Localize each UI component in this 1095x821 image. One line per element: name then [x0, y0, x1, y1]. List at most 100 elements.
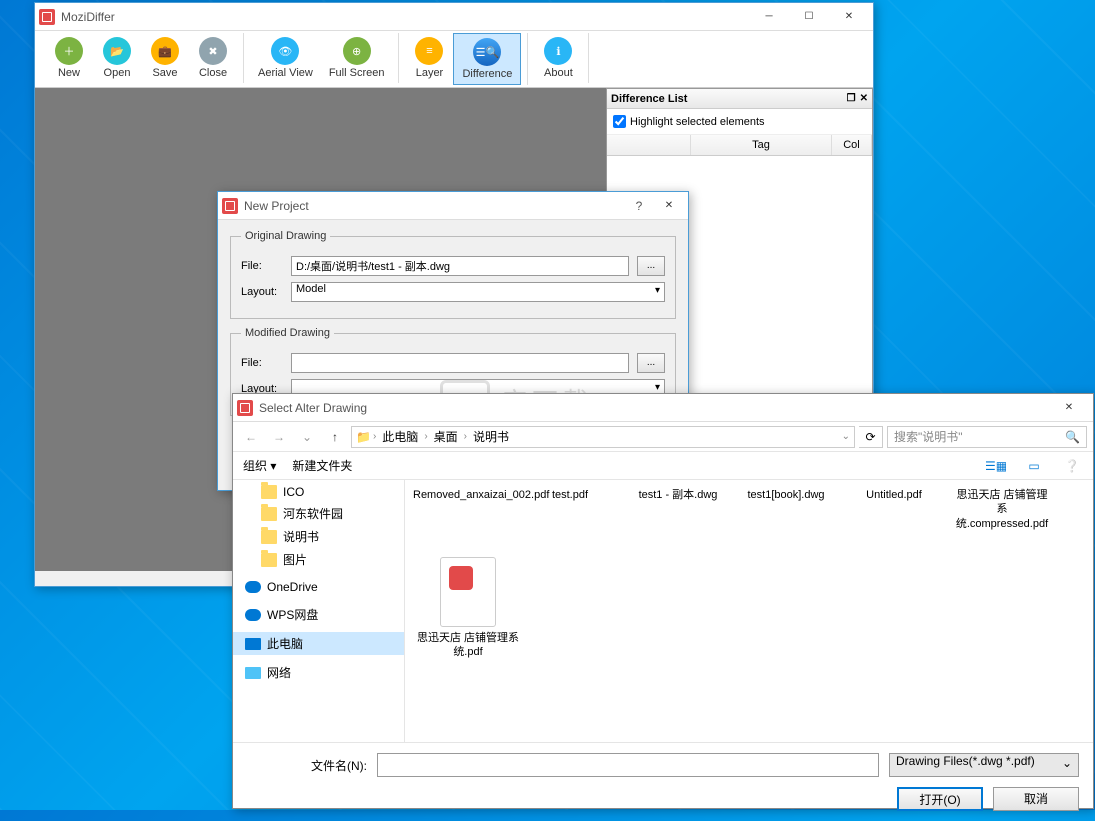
- orig-layout-label: Layout:: [241, 286, 283, 298]
- file-dialog-icon: [237, 400, 253, 416]
- filename-input[interactable]: [377, 753, 879, 777]
- nav-recent-icon[interactable]: ⌄: [295, 425, 319, 449]
- new-folder-button[interactable]: 新建文件夹: [292, 457, 352, 474]
- new-project-titlebar[interactable]: New Project ? ✕: [218, 192, 688, 220]
- dialog-icon: [222, 198, 238, 214]
- file-nav-bar: ← → ⌄ ↑ 📁 › 此电脑› 桌面› 说明书 ⌄ ⟳ 搜索"说明书" 🔍: [233, 422, 1093, 452]
- close-label: Close: [199, 67, 227, 79]
- tree-item[interactable]: ICO: [233, 482, 404, 502]
- bc-2[interactable]: 说明书: [469, 428, 513, 445]
- diff-table-header: Tag Col: [607, 135, 872, 156]
- tree-item[interactable]: 此电脑: [233, 632, 404, 655]
- bc-1[interactable]: 桌面: [430, 428, 462, 445]
- minimize-button[interactable]: ─: [749, 4, 789, 30]
- file-toolbar: 组织 ▾ 新建文件夹 ☰▦ ▭ ❔: [233, 452, 1093, 480]
- nav-back-icon[interactable]: ←: [239, 425, 263, 449]
- search-input[interactable]: 搜索"说明书" 🔍: [887, 426, 1087, 448]
- folder-icon: [261, 530, 277, 544]
- file-filter-select[interactable]: Drawing Files(*.dwg *.pdf): [889, 753, 1079, 777]
- orig-browse-button[interactable]: ...: [637, 256, 665, 276]
- preview-pane-icon[interactable]: ▭: [1023, 455, 1045, 477]
- file-item[interactable]: test.pdf: [521, 488, 619, 531]
- diff-col-tag[interactable]: Tag: [691, 135, 832, 155]
- close-button[interactable]: ✕: [829, 4, 869, 30]
- filename-label: 文件名(N):: [247, 757, 367, 774]
- toolbar-new[interactable]: ＋New: [45, 33, 93, 83]
- diff-dock-icon[interactable]: ❐: [847, 93, 856, 104]
- toolbar-open[interactable]: 📂Open: [93, 33, 141, 83]
- maximize-button[interactable]: ☐: [789, 4, 829, 30]
- original-drawing-group: Original Drawing File: ... Layout: Model: [230, 230, 676, 319]
- diff-col-col[interactable]: Col: [832, 135, 872, 155]
- mod-browse-button[interactable]: ...: [637, 353, 665, 373]
- toolbar-fullscreen[interactable]: ⊕Full Screen: [321, 33, 393, 83]
- cancel-button[interactable]: 取消: [993, 787, 1079, 811]
- toolbar-close[interactable]: ✖Close: [189, 33, 237, 83]
- save-label: Save: [152, 67, 177, 79]
- file-item[interactable]: test1[book].dwg: [737, 488, 835, 531]
- file-item[interactable]: 思迅天店 店铺管理系统.pdf: [413, 557, 523, 660]
- file-list[interactable]: Removed_anxaizai_002.pdftest.pdftest1 - …: [405, 480, 1093, 742]
- search-icon: 🔍: [1065, 430, 1080, 444]
- pc-icon: [245, 638, 261, 650]
- open-button[interactable]: 打开(O): [897, 787, 983, 811]
- orig-file-input[interactable]: [291, 256, 629, 276]
- nav-forward-icon[interactable]: →: [267, 425, 291, 449]
- breadcrumb[interactable]: 📁 › 此电脑› 桌面› 说明书 ⌄: [351, 426, 855, 448]
- refresh-icon[interactable]: ⟳: [859, 426, 883, 448]
- toolbar-aerial[interactable]: 👁Aerial View: [250, 33, 321, 83]
- tree-item[interactable]: OneDrive: [233, 577, 404, 597]
- mod-file-input[interactable]: [291, 353, 629, 373]
- main-titlebar[interactable]: MoziDiffer ─ ☐ ✕: [35, 3, 873, 31]
- cloud-icon: [245, 581, 261, 593]
- new-icon: ＋: [55, 37, 83, 65]
- nav-up-icon[interactable]: ↑: [323, 425, 347, 449]
- bc-0[interactable]: 此电脑: [378, 428, 422, 445]
- tree-item[interactable]: WPS网盘: [233, 603, 404, 626]
- highlight-checkbox-row[interactable]: Highlight selected elements: [607, 109, 872, 135]
- toolbar-layer[interactable]: ≡Layer: [405, 33, 453, 85]
- toolbar-about[interactable]: ℹAbout: [534, 33, 582, 83]
- file-item[interactable]: Untitled.pdf: [845, 488, 943, 531]
- tree-item[interactable]: 图片: [233, 548, 404, 571]
- difference-icon: ☰🔍: [473, 38, 501, 66]
- aerial-icon: 👁: [271, 37, 299, 65]
- file-titlebar[interactable]: Select Alter Drawing ✕: [233, 394, 1093, 422]
- file-item[interactable]: test1 - 副本.dwg: [629, 488, 727, 531]
- save-icon: 💼: [151, 37, 179, 65]
- orig-layout-select[interactable]: Model: [291, 282, 665, 302]
- breadcrumb-dropdown-icon[interactable]: ⌄: [842, 431, 850, 442]
- dialog-close-button[interactable]: ✕: [654, 193, 684, 219]
- diff-panel-header[interactable]: Difference List ❐ ✕: [607, 89, 872, 109]
- help-button[interactable]: ?: [624, 193, 654, 219]
- diff-panel-title: Difference List: [611, 93, 687, 105]
- original-legend: Original Drawing: [241, 230, 330, 242]
- diff-col-0[interactable]: [607, 135, 691, 155]
- nav-tree[interactable]: ICO河东软件园说明书图片 OneDrive WPS网盘此电脑网络: [233, 480, 405, 742]
- net-icon: [245, 667, 261, 679]
- diff-close-icon[interactable]: ✕: [860, 93, 868, 104]
- about-icon: ℹ: [544, 37, 572, 65]
- toolbar-difference[interactable]: ☰🔍 Difference: [453, 33, 521, 85]
- file-item[interactable]: Removed_anxaizai_002.pdf: [413, 488, 511, 531]
- search-placeholder: 搜索"说明书": [894, 428, 963, 445]
- toolbar-save[interactable]: 💼 Save: [141, 33, 189, 83]
- help-icon[interactable]: ❔: [1061, 455, 1083, 477]
- tree-item[interactable]: 说明书: [233, 525, 404, 548]
- view-icon[interactable]: ☰▦: [985, 455, 1007, 477]
- app-icon: [39, 9, 55, 25]
- cloud-icon: [245, 609, 261, 621]
- highlight-label: Highlight selected elements: [630, 116, 765, 128]
- tree-item[interactable]: 网络: [233, 661, 404, 684]
- tree-item[interactable]: 河东软件园: [233, 502, 404, 525]
- open-label: Open: [104, 67, 131, 79]
- difference-label: Difference: [462, 68, 512, 80]
- organize-menu[interactable]: 组织 ▾: [243, 457, 276, 474]
- highlight-checkbox[interactable]: [613, 115, 626, 128]
- layer-icon: ≡: [415, 37, 443, 65]
- file-close-button[interactable]: ✕: [1049, 395, 1089, 421]
- file-item[interactable]: 思迅天店 店铺管理系统.compressed.pdf: [953, 488, 1051, 531]
- orig-file-label: File:: [241, 260, 283, 272]
- file-thumb-icon: [440, 557, 496, 627]
- file-dialog: Select Alter Drawing ✕ ← → ⌄ ↑ 📁 › 此电脑› …: [232, 393, 1094, 809]
